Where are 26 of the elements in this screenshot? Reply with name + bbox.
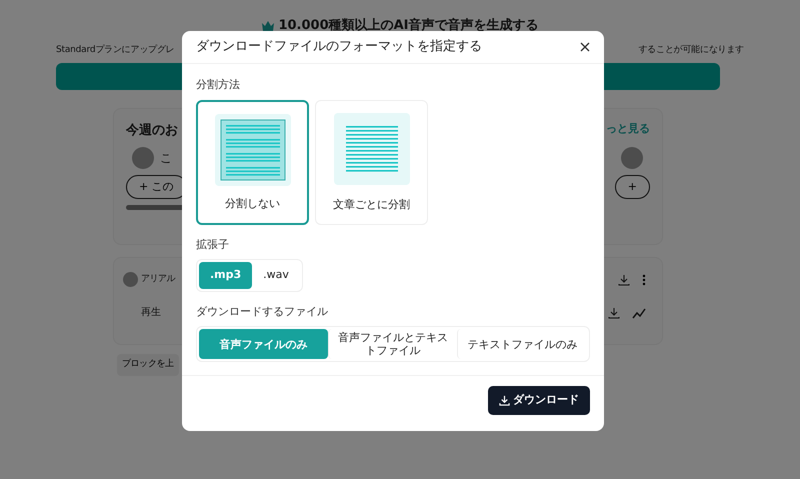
- avatar-icon: [123, 272, 138, 287]
- upgrade-notice: Standardプランにアップグレ: [56, 44, 175, 56]
- move-block-button[interactable]: ブロックを上: [117, 354, 179, 376]
- split-option[interactable]: 文章ごとに分割: [315, 100, 428, 224]
- section-label: 分割方法: [196, 77, 241, 93]
- download-button[interactable]: ダウンロード: [488, 386, 590, 415]
- download-icon[interactable]: [608, 306, 620, 318]
- voice-name: こ: [160, 150, 172, 166]
- avatar-icon: [621, 146, 644, 168]
- dialog-title: ダウンロードファイルのフォーマットを指定する: [196, 38, 482, 56]
- play-label: 再生: [141, 306, 161, 320]
- upgrade-notice: することが可能になります: [638, 44, 744, 56]
- close-icon[interactable]: [580, 42, 590, 52]
- avatar-icon: [132, 146, 154, 168]
- section-label: ダウンロードするファイル: [196, 304, 329, 320]
- download-icon[interactable]: [618, 274, 630, 286]
- page-heading: 10.000種類以上のAI音声で音声を生成する: [278, 16, 539, 35]
- add-button[interactable]: +: [614, 174, 650, 199]
- split-option[interactable]: 分割しない: [196, 100, 309, 224]
- more-icon[interactable]: [642, 274, 646, 286]
- crown-icon: [261, 20, 276, 32]
- section-title: 今週のお: [126, 122, 178, 140]
- section-label: 拡張子: [196, 236, 230, 252]
- download-icon: [499, 395, 510, 406]
- speaker-name: アリアル: [141, 272, 175, 286]
- chart-icon[interactable]: [632, 306, 646, 318]
